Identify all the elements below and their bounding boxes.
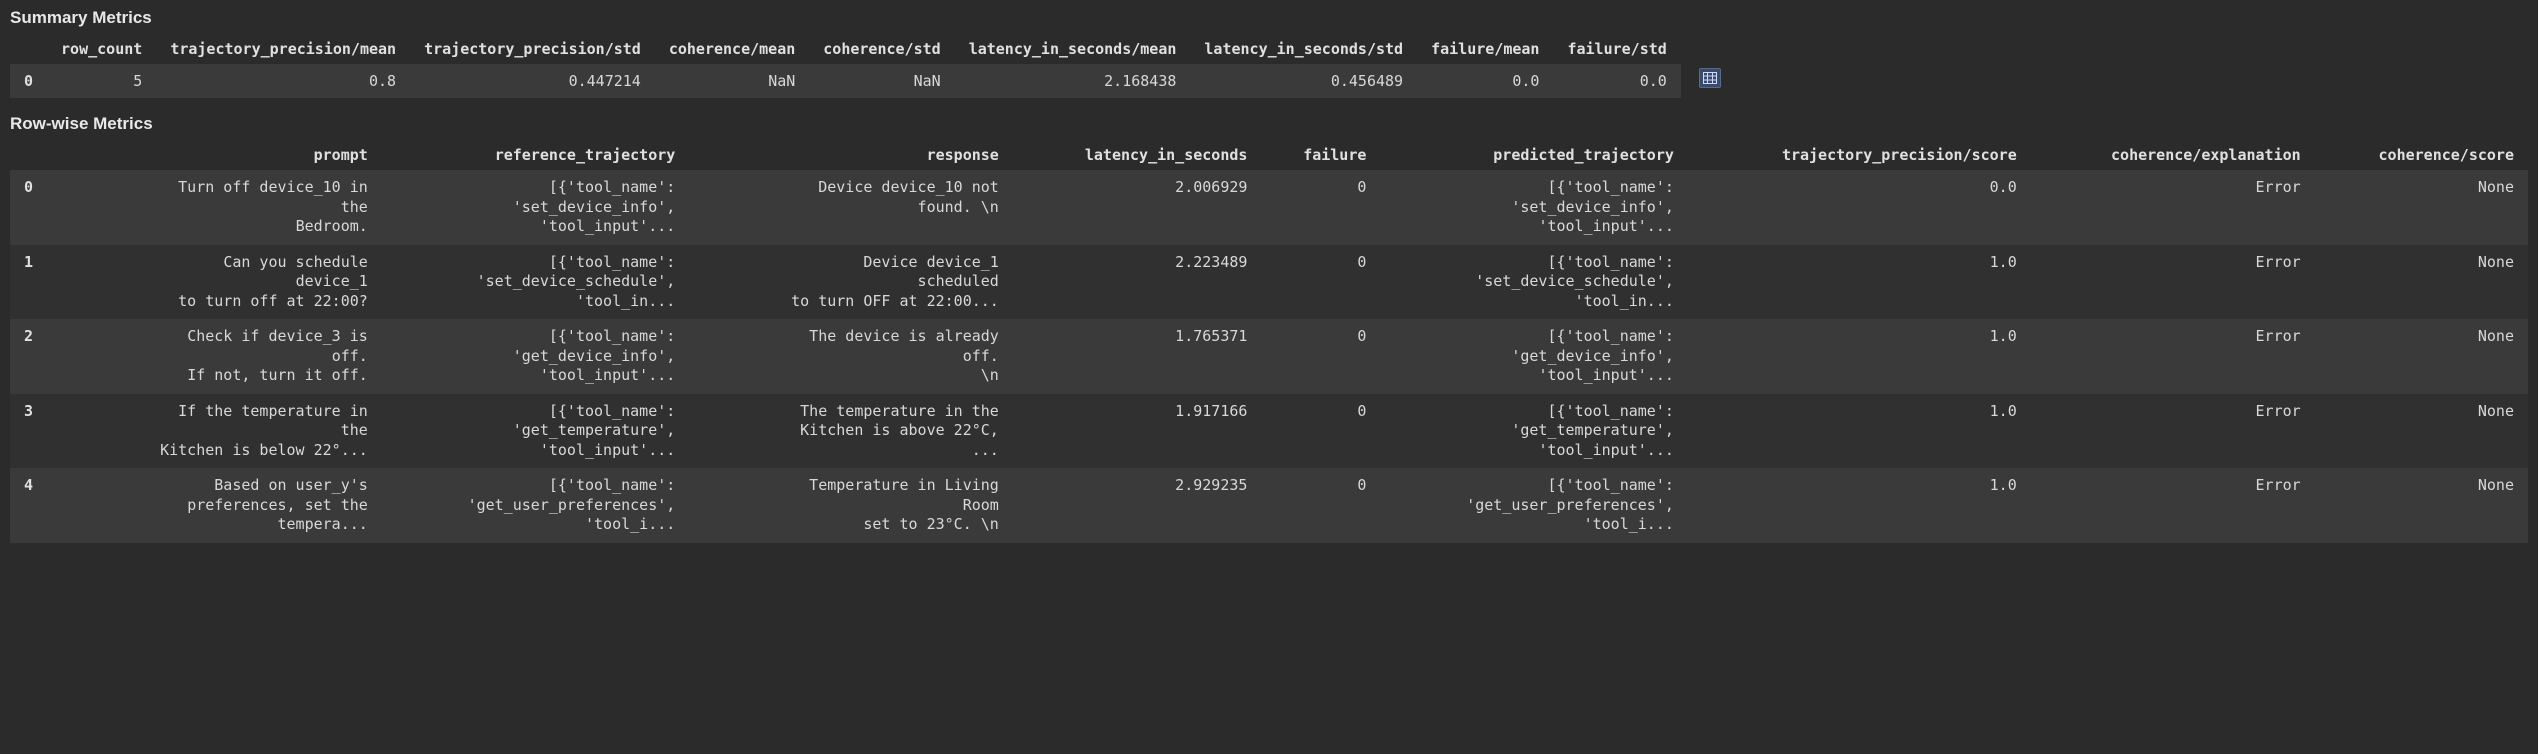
table-cell: None bbox=[2315, 170, 2528, 245]
column-header: prompt bbox=[58, 140, 382, 170]
table-cell: Based on user_y'spreferences, set thetem… bbox=[58, 468, 382, 543]
table-cell: 0.0 bbox=[1553, 64, 1680, 98]
table-cell: 1.0 bbox=[1688, 468, 2031, 543]
table-cell: 0.0 bbox=[1688, 170, 2031, 245]
table-cell: 0 bbox=[1261, 245, 1380, 320]
table-cell: 0.447214 bbox=[410, 64, 655, 98]
table-cell: Error bbox=[2031, 245, 2315, 320]
column-header: failure/std bbox=[1553, 34, 1680, 64]
table-cell: Device device_1 scheduledto turn OFF at … bbox=[689, 245, 1013, 320]
table-cell: [{'tool_name':'set_device_info','tool_in… bbox=[382, 170, 690, 245]
table-cell: 1.0 bbox=[1688, 245, 2031, 320]
table-row: 3If the temperature in theKitchen is bel… bbox=[10, 394, 2528, 469]
column-header: latency_in_seconds/std bbox=[1190, 34, 1417, 64]
table-cell: If the temperature in theKitchen is belo… bbox=[58, 394, 382, 469]
table-cell: Device device_10 notfound. \n bbox=[689, 170, 1013, 245]
table-row: 1Can you schedule device_1to turn off at… bbox=[10, 245, 2528, 320]
table-cell: 1.917166 bbox=[1013, 394, 1262, 469]
row-index: 4 bbox=[10, 468, 58, 543]
table-cell: 2.223489 bbox=[1013, 245, 1262, 320]
table-cell: 0.8 bbox=[156, 64, 410, 98]
index-header bbox=[10, 140, 58, 170]
row-index: 1 bbox=[10, 245, 58, 320]
index-header bbox=[10, 34, 47, 64]
table-cell: 0 bbox=[1261, 170, 1380, 245]
row-index: 0 bbox=[10, 64, 47, 98]
table-cell: 2.929235 bbox=[1013, 468, 1262, 543]
table-cell: None bbox=[2315, 468, 2528, 543]
table-cell: [{'tool_name':'set_device_schedule','too… bbox=[382, 245, 690, 320]
column-header: failure bbox=[1261, 140, 1380, 170]
table-cell: NaN bbox=[809, 64, 954, 98]
table-cell: Turn off device_10 in theBedroom. bbox=[58, 170, 382, 245]
table-cell: The temperature in theKitchen is above 2… bbox=[689, 394, 1013, 469]
table-cell: None bbox=[2315, 394, 2528, 469]
table-cell: Temperature in Living Roomset to 23°C. \… bbox=[689, 468, 1013, 543]
column-header: coherence/score bbox=[2315, 140, 2528, 170]
table-cell: [{'tool_name':'get_device_info','tool_in… bbox=[1380, 319, 1688, 394]
column-header: response bbox=[689, 140, 1013, 170]
table-cell: None bbox=[2315, 245, 2528, 320]
table-cell: Error bbox=[2031, 394, 2315, 469]
column-header: latency_in_seconds/mean bbox=[955, 34, 1191, 64]
table-row: 050.80.447214NaNNaN2.1684380.4564890.00.… bbox=[10, 64, 1681, 98]
table-cell: NaN bbox=[655, 64, 809, 98]
table-cell: 5 bbox=[47, 64, 156, 98]
column-header: trajectory_precision/std bbox=[410, 34, 655, 64]
column-header: row_count bbox=[47, 34, 156, 64]
row-index: 0 bbox=[10, 170, 58, 245]
table-cell: 0 bbox=[1261, 319, 1380, 394]
column-header: reference_trajectory bbox=[382, 140, 690, 170]
summary-metrics-table: row_counttrajectory_precision/meantrajec… bbox=[10, 34, 1681, 98]
table-cell: [{'tool_name':'set_device_info','tool_in… bbox=[1380, 170, 1688, 245]
table-cell: 2.168438 bbox=[955, 64, 1191, 98]
table-cell: 0.456489 bbox=[1190, 64, 1417, 98]
table-cell: 0 bbox=[1261, 468, 1380, 543]
table-cell: [{'tool_name':'get_device_info','tool_in… bbox=[382, 319, 690, 394]
table-cell: [{'tool_name':'get_temperature','tool_in… bbox=[1380, 394, 1688, 469]
table-cell: None bbox=[2315, 319, 2528, 394]
table-cell: [{'tool_name':'set_device_schedule','too… bbox=[1380, 245, 1688, 320]
table-row: 4Based on user_y'spreferences, set thete… bbox=[10, 468, 2528, 543]
table-cell: 1.0 bbox=[1688, 394, 2031, 469]
column-header: coherence/mean bbox=[655, 34, 809, 64]
column-header: trajectory_precision/mean bbox=[156, 34, 410, 64]
column-header: trajectory_precision/score bbox=[1688, 140, 2031, 170]
table-cell: 2.006929 bbox=[1013, 170, 1262, 245]
column-header: latency_in_seconds bbox=[1013, 140, 1262, 170]
table-cell: 1.765371 bbox=[1013, 319, 1262, 394]
summary-metrics-title: Summary Metrics bbox=[10, 8, 152, 28]
table-cell: Check if device_3 is off.If not, turn it… bbox=[58, 319, 382, 394]
table-cell: [{'tool_name':'get_user_preferences','to… bbox=[1380, 468, 1688, 543]
table-cell: 0 bbox=[1261, 394, 1380, 469]
table-expand-icon[interactable] bbox=[1699, 68, 1721, 88]
table-cell: 0.0 bbox=[1417, 64, 1553, 98]
row-index: 2 bbox=[10, 319, 58, 394]
column-header: predicted_trajectory bbox=[1380, 140, 1688, 170]
rowwise-metrics-title: Row-wise Metrics bbox=[10, 114, 2528, 134]
row-index: 3 bbox=[10, 394, 58, 469]
table-cell: 1.0 bbox=[1688, 319, 2031, 394]
table-cell: Can you schedule device_1to turn off at … bbox=[58, 245, 382, 320]
column-header: coherence/explanation bbox=[2031, 140, 2315, 170]
table-cell: Error bbox=[2031, 319, 2315, 394]
table-cell: [{'tool_name':'get_temperature','tool_in… bbox=[382, 394, 690, 469]
table-cell: Error bbox=[2031, 170, 2315, 245]
table-cell: [{'tool_name':'get_user_preferences','to… bbox=[382, 468, 690, 543]
table-row: 0Turn off device_10 in theBedroom.[{'too… bbox=[10, 170, 2528, 245]
column-header: failure/mean bbox=[1417, 34, 1553, 64]
table-cell: Error bbox=[2031, 468, 2315, 543]
table-cell: The device is already off.\n bbox=[689, 319, 1013, 394]
rowwise-metrics-table: promptreference_trajectoryresponselatenc… bbox=[10, 140, 2528, 543]
table-row: 2Check if device_3 is off.If not, turn i… bbox=[10, 319, 2528, 394]
column-header: coherence/std bbox=[809, 34, 954, 64]
